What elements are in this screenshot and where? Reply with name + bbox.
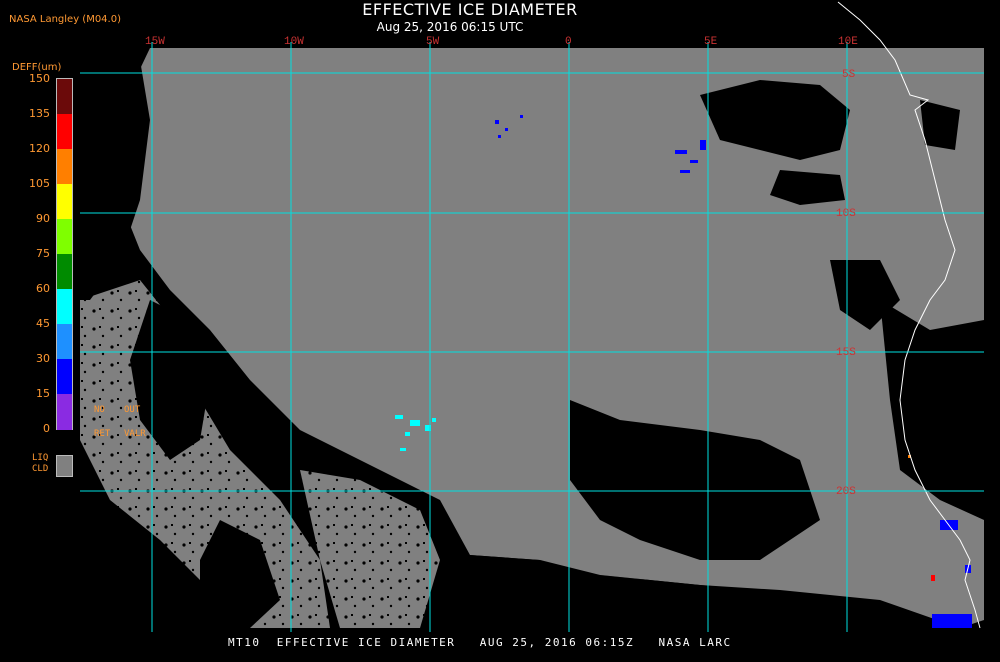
- colorbar-segment: [57, 149, 72, 185]
- legend-out-label: OUT: [124, 405, 141, 415]
- colorbar-tick-label: 45: [36, 317, 50, 330]
- liq-label: LIQ: [32, 453, 49, 463]
- colorbar-segment: [57, 394, 72, 430]
- lon-label-10e: 10E: [838, 36, 858, 48]
- colorbar-segment: [57, 184, 72, 220]
- colorbar-segment: [57, 219, 72, 255]
- lon-label-0: 0: [565, 36, 572, 48]
- legend-valr-label: VALR: [124, 429, 146, 439]
- colorbar-tick-label: 135: [29, 107, 50, 120]
- lat-label-15s: 15S: [836, 347, 856, 359]
- liquid-cloud-swatch: [56, 455, 73, 477]
- colorbar-tick-label: 30: [36, 352, 50, 365]
- liquid-cloud-label: LIQ CLD: [32, 453, 48, 475]
- lon-label-10w: 10W: [284, 36, 304, 48]
- lat-label-20s: 20S: [836, 486, 856, 498]
- colorbar-segment: [57, 359, 72, 395]
- lat-label-10s: 10S: [836, 208, 856, 220]
- map-title: EFFECTIVE ICE DIAMETER: [362, 0, 578, 19]
- lat-label-5s: 5S: [842, 69, 856, 81]
- colorbar-segment: [57, 79, 72, 115]
- colorbar-segment: [57, 254, 72, 290]
- footer-bar: MT10 EFFECTIVE ICE DIAMETER AUG 25, 2016…: [0, 636, 1000, 650]
- map-timestamp: Aug 25, 2016 06:15 UTC: [376, 20, 524, 34]
- colorbar: [56, 78, 73, 430]
- colorbar-tick-label: 120: [29, 142, 50, 155]
- lon-label-5w: 5W: [426, 36, 440, 48]
- colorbar-tick-label: 0: [43, 422, 50, 435]
- footer-text: MT10 EFFECTIVE ICE DIAMETER AUG 25, 2016…: [228, 636, 732, 649]
- satellite-map: 15W 10W 5W 0 5E 10E 5S 10S 15S 20S: [0, 1, 984, 632]
- lon-label-15w: 15W: [145, 36, 165, 48]
- colorbar-segment: [57, 324, 72, 360]
- lon-label-5e: 5E: [704, 36, 718, 48]
- colorbar-tick-label: 90: [36, 212, 50, 225]
- colorbar-segment: [57, 289, 72, 325]
- colorbar-tick-label: 150: [29, 72, 50, 85]
- colorbar-tick-label: 105: [29, 177, 50, 190]
- colorbar-tick-label: 60: [36, 282, 50, 295]
- colorbar-tick-label: 75: [36, 247, 50, 260]
- cld-label: CLD: [32, 464, 49, 474]
- legend-ret-label: RET: [94, 429, 111, 439]
- legend-no-label: NO: [94, 405, 105, 415]
- colorbar-tick-label: 15: [36, 387, 50, 400]
- colorbar-segment: [57, 114, 72, 150]
